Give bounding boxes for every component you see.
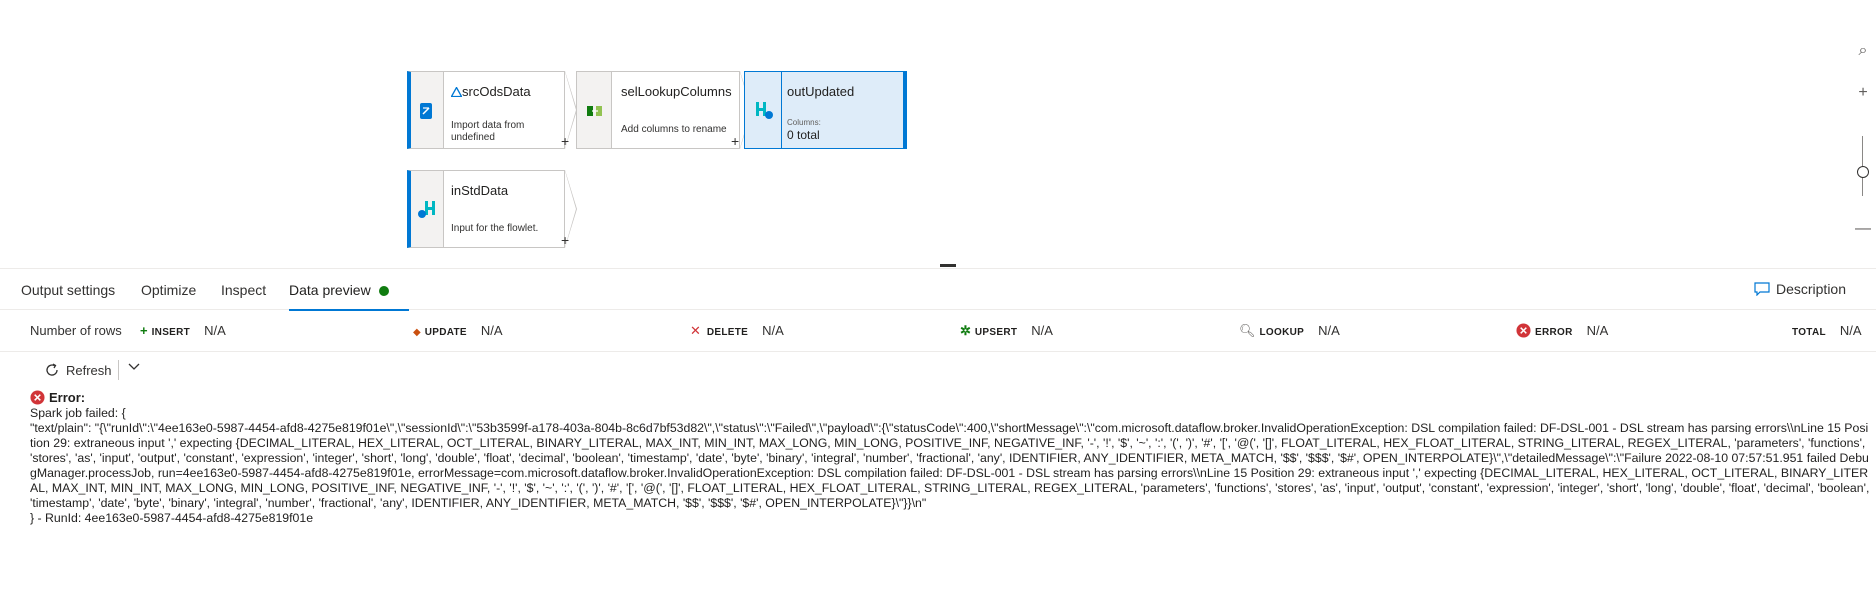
- zoom-rail: ⌕ + —: [1850, 42, 1876, 238]
- add-transformation-button[interactable]: +: [561, 232, 569, 248]
- dataflow-canvas[interactable]: srcOdsData Import data from undefined + …: [0, 0, 1876, 268]
- node-inStdData[interactable]: inStdData Input for the flowlet.: [407, 170, 565, 248]
- add-transformation-button[interactable]: +: [561, 133, 569, 149]
- node-srcOdsData[interactable]: srcOdsData Import data from undefined: [407, 71, 565, 149]
- node-gutter: [411, 72, 444, 148]
- refresh-button[interactable]: Refresh: [44, 362, 112, 378]
- tab-output-settings[interactable]: Output settings: [21, 282, 115, 298]
- upsert-value: N/A: [1031, 323, 1053, 338]
- stat-update: ◆ UPDATE N/A: [413, 323, 503, 338]
- insert-icon: +: [140, 323, 148, 338]
- refresh-options-dropdown[interactable]: [128, 360, 140, 375]
- refresh-icon: [46, 363, 58, 376]
- lookup-icon: 🔍︎: [1239, 323, 1256, 338]
- error-value: N/A: [1586, 323, 1609, 338]
- preview-toolbar: Refresh: [0, 352, 1876, 388]
- source-icon: [420, 103, 432, 119]
- tab-optimize[interactable]: Optimize: [141, 282, 196, 298]
- node-title: outUpdated: [787, 84, 855, 99]
- stat-error: ERROR N/A: [1516, 323, 1608, 338]
- zoom-out-icon[interactable]: —: [1850, 220, 1876, 238]
- error-message: "text/plain": "{\"runId\":\"4ee163e0-598…: [30, 421, 1873, 510]
- tab-data-preview[interactable]: Data preview: [289, 282, 409, 311]
- node-title-text: srcOdsData: [462, 84, 531, 99]
- error-output: Error: Spark job failed: { "text/plain":…: [30, 390, 1870, 526]
- error-heading: Error:: [30, 390, 1870, 405]
- stat-insert: + INSERT N/A: [140, 323, 226, 338]
- columns-caption: Columns:: [787, 118, 821, 127]
- total-label: TOTAL: [1792, 327, 1826, 338]
- refresh-label: Refresh: [66, 363, 112, 378]
- flowlet-output-icon: [756, 102, 773, 119]
- node-description: Import data from undefined: [451, 120, 525, 143]
- upsert-label: UPSERT: [974, 327, 1018, 338]
- error-icon: [30, 390, 45, 405]
- zoom-in-icon[interactable]: +: [1850, 84, 1876, 102]
- node-description: Add columns to rename: [621, 124, 727, 135]
- insert-label: INSERT: [151, 327, 191, 338]
- upsert-icon: ✲: [960, 323, 971, 338]
- delete-value: N/A: [762, 323, 784, 338]
- rows-label-text: Number of rows: [30, 323, 122, 338]
- flowlet-input-icon: [418, 201, 435, 218]
- lookup-label: LOOKUP: [1259, 327, 1305, 338]
- select-icon: [587, 106, 602, 116]
- delta-icon: [450, 86, 463, 98]
- error-label: ERROR: [1535, 327, 1573, 338]
- stat-delete: ✕ DELETE N/A: [690, 323, 784, 339]
- settings-tabs: Output settings Optimize Inspect Data pr…: [0, 268, 1876, 311]
- node-gutter: [411, 171, 444, 247]
- columns-count: 0 total: [787, 128, 820, 142]
- error-heading-text: Error:: [49, 390, 86, 405]
- chevron-down-icon: [128, 363, 140, 370]
- node-title: inStdData: [451, 183, 509, 198]
- error-icon: [1516, 323, 1531, 338]
- update-value: N/A: [480, 323, 503, 338]
- zoom-slider[interactable]: [1850, 136, 1876, 196]
- insert-value: N/A: [204, 323, 226, 338]
- stat-total: TOTAL N/A: [1792, 323, 1862, 338]
- lookup-value: N/A: [1318, 323, 1340, 338]
- toolbar-divider: [118, 360, 119, 380]
- node-outUpdated[interactable]: outUpdated Columns: 0 total: [744, 71, 907, 149]
- panel-splitter[interactable]: [940, 264, 956, 267]
- delete-icon: ✕: [690, 323, 701, 338]
- status-dot: [378, 286, 389, 296]
- node-description: Input for the flowlet.: [451, 223, 539, 234]
- update-icon: ◆: [413, 327, 421, 338]
- row-stats-bar: Number of rows + INSERT N/A ◆ UPDATE N/A ✕ DE…: [0, 310, 1876, 352]
- node-gutter: [577, 72, 612, 148]
- tab-data-preview-label: Data preview: [289, 282, 371, 298]
- node-selLookupColumns[interactable]: selLookupColumns Add columns to rename: [576, 71, 740, 149]
- comment-icon: [1754, 282, 1770, 297]
- error-footer: } - RunId: 4ee163e0-5987-4454-afd8-4275e…: [30, 511, 314, 525]
- add-transformation-button[interactable]: +: [731, 133, 739, 149]
- stat-upsert: ✲ UPSERT N/A: [960, 323, 1053, 339]
- update-label: UPDATE: [424, 327, 467, 338]
- description-label: Description: [1775, 281, 1846, 297]
- node-title: selLookupColumns: [621, 84, 732, 99]
- tab-inspect[interactable]: Inspect: [221, 282, 266, 298]
- stat-lookup: 🔍︎ LOOKUP N/A: [1239, 323, 1340, 339]
- error-line: Spark job failed: {: [30, 406, 126, 420]
- node-gutter: [745, 72, 782, 148]
- node-title: srcOdsData: [450, 84, 531, 99]
- description-button[interactable]: Description: [1754, 281, 1846, 297]
- delete-label: DELETE: [706, 327, 749, 338]
- total-value: N/A: [1839, 323, 1862, 338]
- search-icon[interactable]: ⌕: [1850, 42, 1876, 60]
- rows-label: Number of rows: [30, 323, 122, 338]
